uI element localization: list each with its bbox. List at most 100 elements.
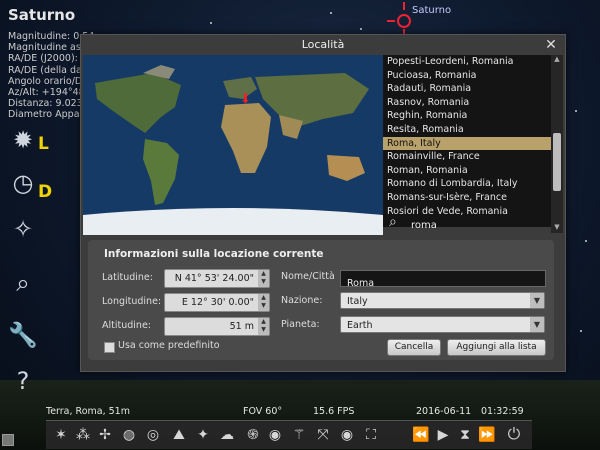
equatorial-grid-icon[interactable]: ◍ [118, 425, 140, 445]
altitude-label: Altitudine: [102, 320, 151, 331]
constellation-art-icon[interactable]: ✢ [94, 425, 116, 445]
name-field[interactable] [340, 270, 546, 291]
marker-tick [403, 2, 405, 10]
scroll-up-icon[interactable]: ▲ [551, 55, 563, 65]
altitude-input[interactable] [165, 318, 258, 335]
world-map-image [83, 55, 383, 235]
name-label: Nome/Città [281, 271, 335, 282]
datetime-window-button[interactable]: ◷ [6, 166, 40, 200]
full-screen-icon[interactable]: ⛶ [360, 425, 382, 445]
add-to-list-button[interactable]: Aggiungi alla lista [447, 339, 546, 356]
location-window-button[interactable]: ✹ [6, 123, 40, 157]
scroll-thumb[interactable] [553, 133, 561, 191]
atmosphere-icon[interactable]: ☁ [216, 425, 238, 445]
world-map[interactable]: ⬇ [83, 55, 383, 235]
sun-icon: ✹ [12, 126, 34, 154]
location-status: Terra, Roma, 51m [46, 406, 130, 417]
hotkey-label: L [38, 134, 49, 154]
list-item[interactable]: Romainville, France [383, 150, 551, 164]
rewind-icon[interactable]: ⏪ [410, 425, 432, 445]
city-search-input[interactable] [409, 217, 543, 233]
status-bar: Terra, Roma, 51m FOV 60° 15.6 FPS 2016-0… [0, 406, 600, 420]
altitude-spinbox[interactable]: ▲▼ [164, 317, 270, 336]
city-list[interactable]: Popesti-Leordeni, Romania Pucioasa, Roma… [383, 55, 551, 227]
planet-labels-icon[interactable]: ◉ [264, 425, 286, 445]
delete-button[interactable]: Cancella [387, 339, 441, 356]
current-time-icon[interactable]: ⧗ [454, 425, 476, 445]
use-as-default-checkbox[interactable] [104, 342, 115, 353]
bottom-toolbar: ✶ ⁂ ✢ ◍ ◎ ⛰ ✦ ☁ ֍ ◉ ⚚ ⤧ ◉ ⛶ ⏪ ▶ ⧗ ⏩ [46, 420, 532, 449]
latitude-input[interactable] [165, 270, 258, 287]
chevron-down-icon[interactable]: ▼ [258, 302, 269, 310]
search-icon: ⌕ [16, 269, 30, 297]
planet-select-value: Earth [347, 320, 373, 331]
scroll-down-icon[interactable]: ▼ [551, 223, 563, 233]
city-list-scrollbar[interactable]: ▲ ▼ [551, 55, 563, 233]
toolbar-toggle-icon[interactable] [2, 434, 14, 446]
chevron-up-icon[interactable]: ▲ [258, 294, 269, 302]
cardinal-points-icon[interactable]: ✦ [192, 425, 214, 445]
sky-view-options-button[interactable]: ✧ [6, 212, 40, 246]
clock-icon: ◷ [12, 169, 34, 197]
spin-arrows[interactable]: ▲ ▼ [258, 270, 269, 287]
chevron-down-icon[interactable]: ▼ [530, 293, 544, 308]
latitude-spinbox[interactable]: ▲▼ [164, 269, 270, 288]
list-item[interactable]: Resita, Romania [383, 123, 551, 137]
list-item[interactable]: Rasnov, Romania [383, 96, 551, 110]
chevron-down-icon[interactable]: ▼ [258, 278, 269, 286]
list-item-selected[interactable]: Roma, Italy [383, 136, 551, 151]
planet-select[interactable]: Earth ▼ [340, 316, 545, 333]
list-item[interactable]: Romano di Lombardia, Italy [383, 177, 551, 191]
constellation-lines-icon[interactable]: ✶ [50, 425, 72, 445]
chevron-up-icon[interactable]: ▲ [258, 318, 269, 326]
latitude-label: Latitudine: [102, 272, 153, 283]
longitude-input[interactable] [165, 294, 258, 311]
spin-arrows[interactable]: ▲ ▼ [258, 318, 269, 335]
location-marker-icon: ⬇ [240, 92, 251, 107]
sky-options-icon: ✧ [12, 215, 34, 243]
search-icon: ⌕ [389, 214, 397, 230]
country-select[interactable]: Italy ▼ [340, 292, 545, 309]
ground-icon[interactable]: ⛰ [168, 425, 190, 445]
list-item[interactable]: Romans-sur-Isère, France [383, 191, 551, 205]
close-icon[interactable]: ✕ [543, 37, 559, 53]
quit-icon[interactable]: ⏻ [503, 424, 525, 444]
spin-arrows[interactable]: ▲ ▼ [258, 294, 269, 311]
search-window-button[interactable]: ⌕ [6, 266, 40, 300]
chevron-down-icon[interactable]: ▼ [258, 326, 269, 334]
country-select-value: Italy [347, 296, 368, 307]
longitude-spinbox[interactable]: ▲▼ [164, 293, 270, 312]
night-mode-icon[interactable]: ◉ [336, 425, 358, 445]
list-item[interactable]: Reghin, Romania [383, 109, 551, 123]
constellation-labels-icon[interactable]: ⁂ [72, 425, 94, 445]
fast-forward-icon[interactable]: ⏩ [476, 425, 498, 445]
chevron-up-icon[interactable]: ▲ [258, 270, 269, 278]
chevron-down-icon[interactable]: ▼ [530, 317, 544, 332]
name-input[interactable] [341, 276, 545, 291]
planet-label: Pianeta: [281, 319, 320, 330]
hotkey-label: D [38, 182, 53, 202]
help-window-button[interactable]: ? [6, 364, 40, 398]
country-label: Nazione: [281, 295, 323, 306]
object-marker-label: Saturno [412, 5, 452, 16]
center-object-icon[interactable]: ⤧ [312, 425, 334, 445]
nebulae-icon[interactable]: ֍ [242, 425, 264, 445]
equatorial-mount-icon[interactable]: ⚚ [288, 425, 310, 445]
azimuthal-grid-icon[interactable]: ◎ [142, 425, 164, 445]
object-name: Saturno [8, 6, 76, 24]
help-icon: ? [16, 367, 30, 395]
panel-title: Informazioni sulla locazione corrente [104, 248, 324, 260]
use-as-default-label: Usa come predefinito [118, 340, 220, 351]
play-icon[interactable]: ▶ [432, 425, 454, 445]
longitude-label: Longitudine: [102, 296, 162, 307]
list-item[interactable]: Roman, Romania [383, 164, 551, 178]
date-status: 2016-06-11 [416, 406, 472, 417]
object-marker[interactable] [397, 14, 411, 28]
list-item[interactable]: Radauti, Romania [383, 82, 551, 96]
list-item[interactable]: Pucioasa, Romania [383, 69, 551, 83]
wrench-icon: 🔧 [8, 321, 38, 349]
list-item[interactable]: Popesti-Leordeni, Romania [383, 55, 551, 69]
configuration-window-button[interactable]: 🔧 [6, 318, 40, 352]
location-dialog: Località ✕ ⬇ Popesti-Leordeni, Romania P… [80, 34, 566, 372]
city-search: ⌕ [383, 213, 551, 235]
